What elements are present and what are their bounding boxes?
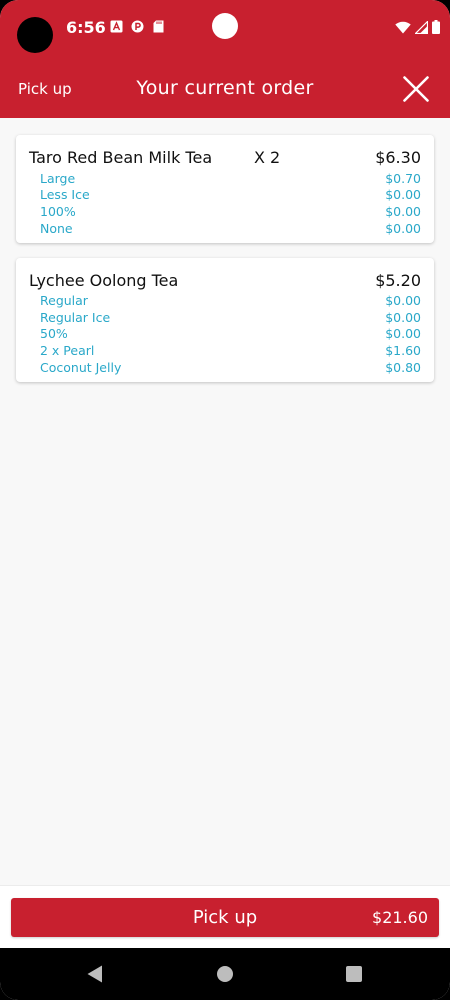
item-option-row: None $0.00 [40,220,421,237]
order-total: $21.60 [372,908,428,927]
option-label: Regular [40,293,88,308]
a-icon [110,20,123,33]
recents-icon[interactable] [346,966,362,982]
item-quantity: X 2 [254,148,281,167]
signal-icon [414,19,429,38]
status-time: 6:56 [66,18,106,37]
app-bar: Pick up Your current order [0,60,450,118]
item-price: $5.20 [375,271,421,290]
item-option-row: Regular $0.00 [40,292,421,309]
option-label: None [40,221,73,236]
item-option-row: Coconut Jelly $0.80 [40,359,421,376]
order-item-header: Taro Red Bean Milk Tea X 2 $6.30 [29,147,421,169]
item-option-row: 50% $0.00 [40,325,421,342]
option-price: $0.80 [385,360,421,375]
item-option-row: Regular Ice $0.00 [40,309,421,326]
option-price: $0.00 [385,204,421,219]
item-option-row: 100% $0.00 [40,203,421,220]
checkout-bar: Pick up $21.60 [0,885,450,949]
back-icon[interactable] [86,964,104,984]
sd-card-icon [152,20,165,33]
camera-cutout [17,17,53,53]
option-label: 2 x Pearl [40,343,95,358]
option-label: Large [40,171,76,186]
pickup-button[interactable]: Pick up $21.60 [11,898,439,937]
option-price: $0.00 [385,310,421,325]
option-label: 50% [40,326,68,341]
item-name: Taro Red Bean Milk Tea [29,148,213,167]
option-price: $1.60 [385,343,421,358]
order-item-header: Lychee Oolong Tea $5.20 [29,270,421,292]
option-price: $0.00 [385,326,421,341]
front-sensor [212,13,238,39]
item-option-row: Large $0.70 [40,170,421,187]
system-status-icons [395,19,440,38]
option-label: Regular Ice [40,310,111,325]
notification-icons [110,20,165,33]
item-price: $6.30 [375,148,421,167]
home-icon[interactable] [217,966,233,982]
battery-icon [432,19,440,38]
option-price: $0.70 [385,171,421,186]
app-screen: 6:56 Pick up Your current order Taro Red… [0,0,450,1000]
p-icon [131,20,144,33]
item-option-row: Less Ice $0.00 [40,186,421,203]
option-price: $0.00 [385,187,421,202]
order-item-card[interactable]: Taro Red Bean Milk Tea X 2 $6.30 Large $… [16,135,434,243]
order-item-card[interactable]: Lychee Oolong Tea $5.20 Regular $0.00 Re… [16,258,434,382]
wifi-icon [395,19,411,38]
option-label: 100% [40,204,76,219]
close-button[interactable] [400,73,432,105]
status-bar: 6:56 [0,0,450,60]
option-label: Less Ice [40,187,90,202]
item-option-row: 2 x Pearl $1.60 [40,342,421,359]
option-price: $0.00 [385,221,421,236]
option-price: $0.00 [385,293,421,308]
item-name: Lychee Oolong Tea [29,271,179,290]
system-nav-bar [0,948,450,1000]
page-title: Your current order [136,77,314,99]
order-list: Taro Red Bean Milk Tea X 2 $6.30 Large $… [0,118,450,885]
option-label: Coconut Jelly [40,360,122,375]
close-icon [403,76,429,102]
